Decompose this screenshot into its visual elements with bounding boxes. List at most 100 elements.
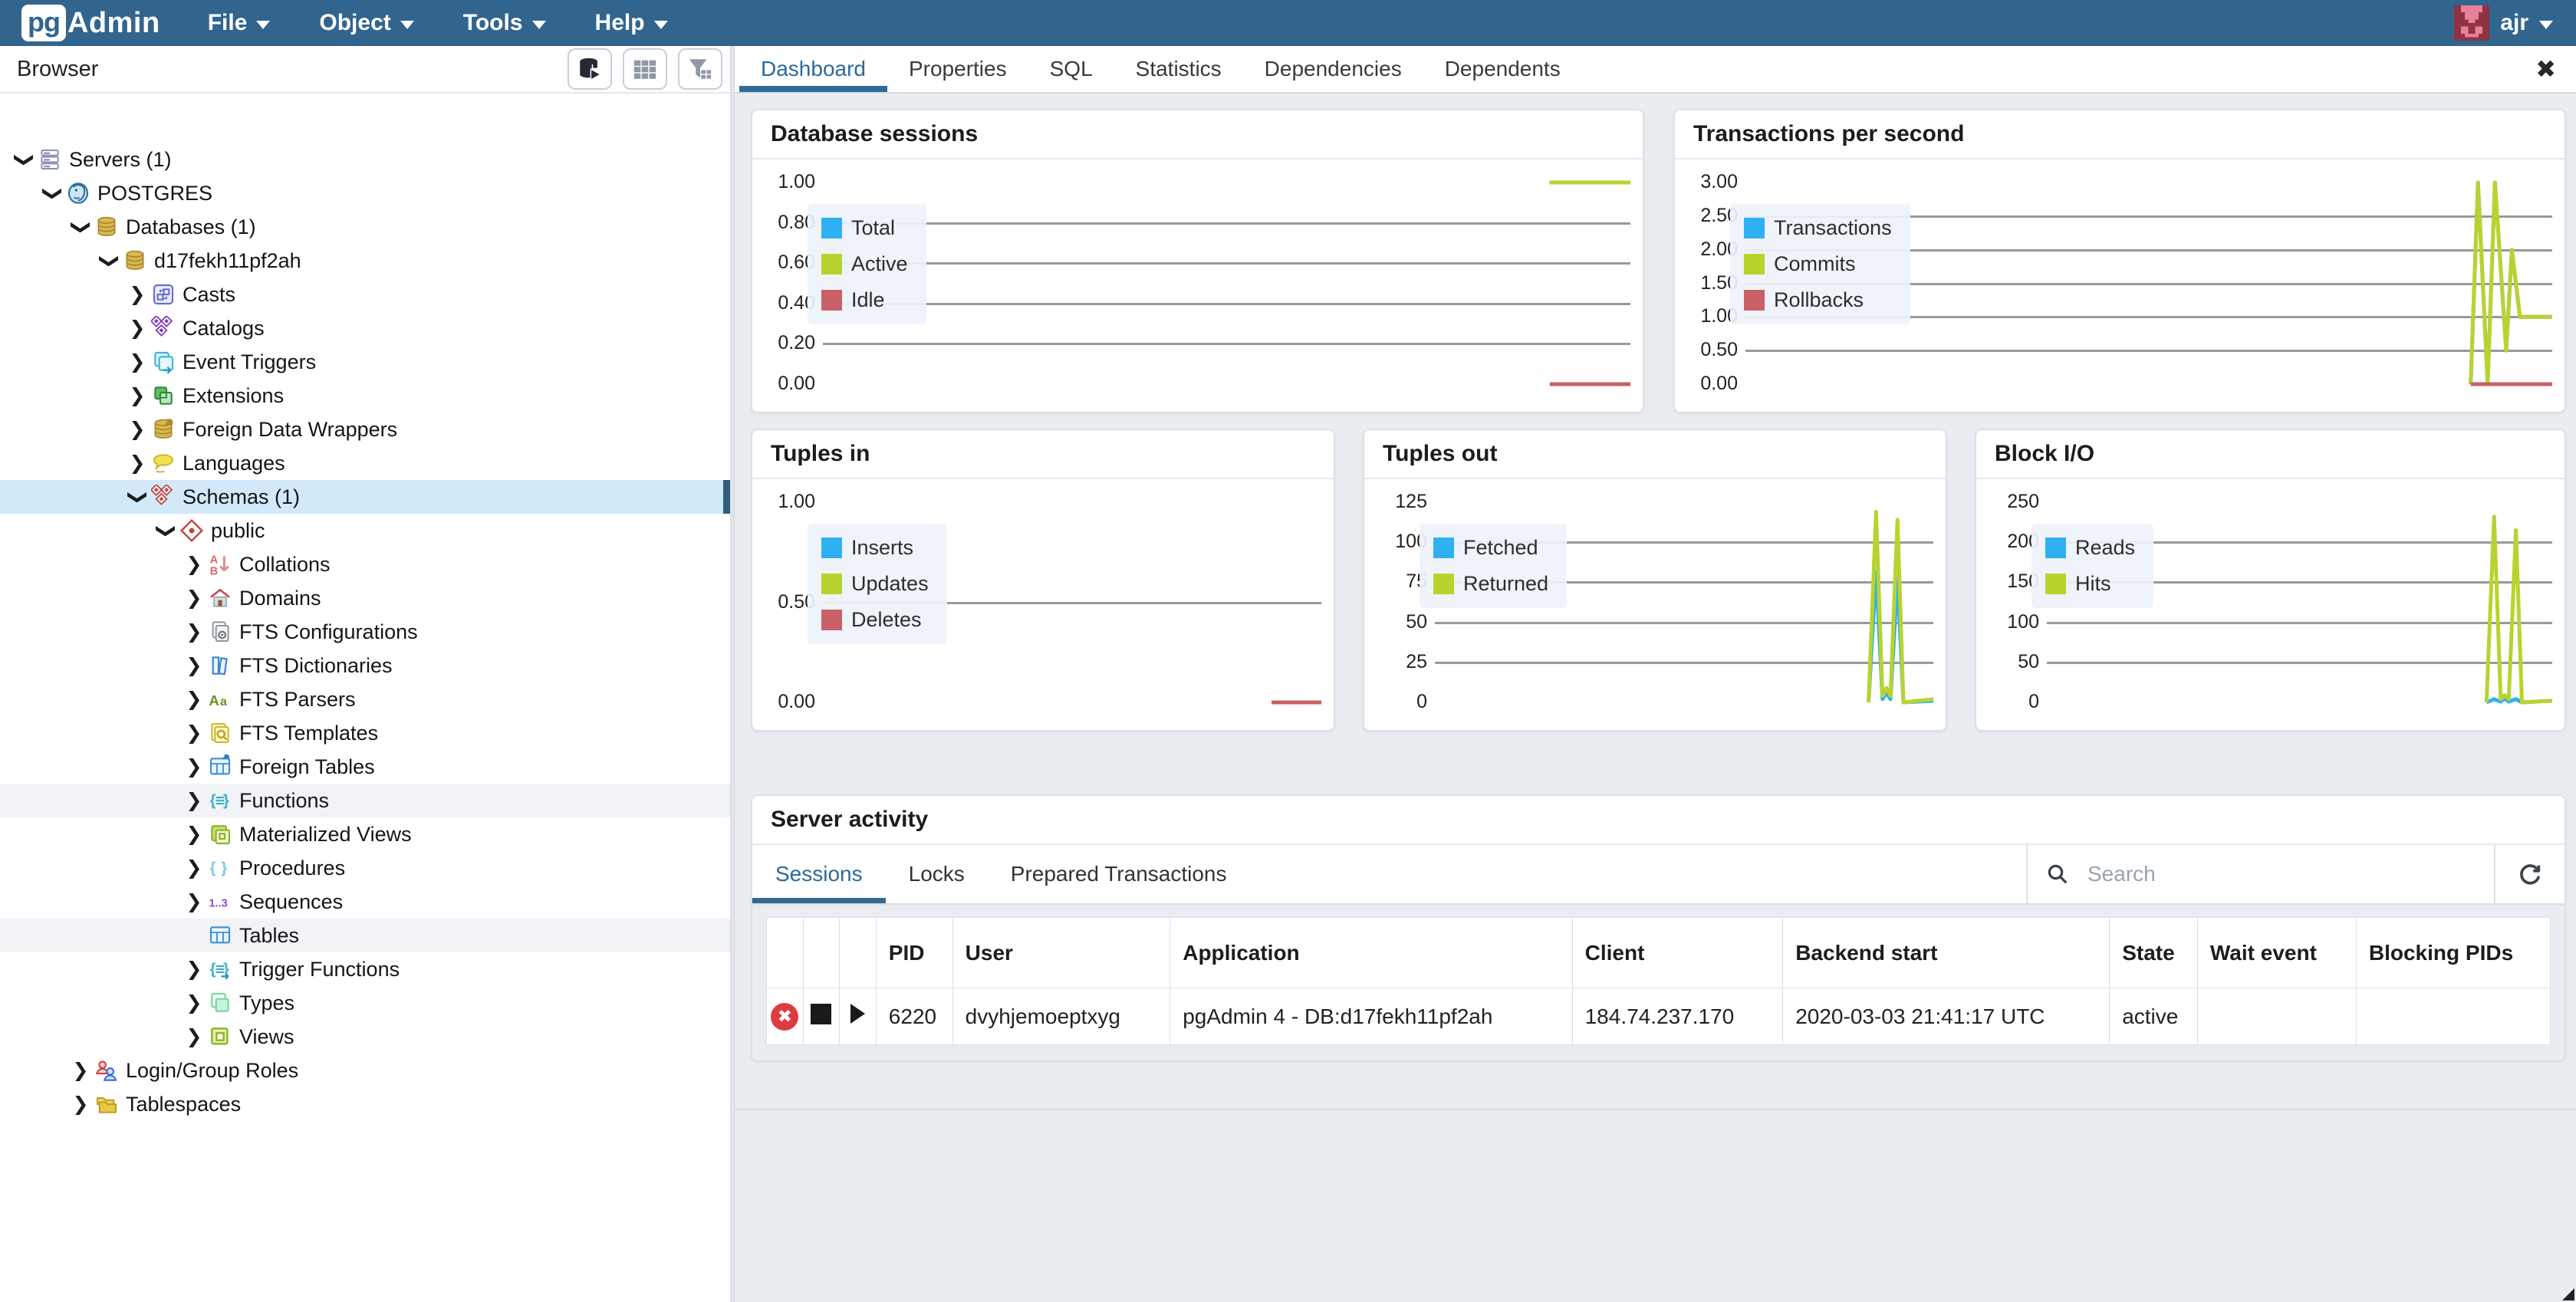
y-tick-label: 3.00 [1676,171,1738,193]
tree-item-trigger-functions[interactable]: ❯{}Trigger Functions [0,952,730,986]
tree-expander-icon[interactable]: ❯ [186,994,202,1013]
tree-item-login-group-roles[interactable]: ❯Login/Group Roles [0,1054,730,1087]
tree-item-tablespaces[interactable]: ❯Tablespaces [0,1087,730,1121]
tree-item-label: Databases (1) [126,215,256,239]
tree-item-event-triggers[interactable]: ❯Event Triggers [0,345,730,379]
tree-expander-icon[interactable]: ❯ [130,386,146,406]
menu-tools[interactable]: Tools [463,10,546,36]
tree-expander-icon[interactable]: ❯ [127,489,146,505]
query-tool-button[interactable] [568,48,612,90]
tree-expander-icon[interactable]: ❯ [73,1095,89,1114]
tree-item-foreign-tables[interactable]: ❯ Foreign Tables [0,750,730,784]
chart-title-bar: Transactions per second [1675,110,2564,159]
tree-item-d17fekh11pf2ah[interactable]: ❯d17fekh11pf2ah [0,244,730,278]
tree-expander-icon[interactable]: ❯ [156,523,175,539]
tree-expander-icon[interactable]: ❯ [130,319,146,338]
tree-expander-icon[interactable]: ❯ [186,656,202,676]
tab-dashboard[interactable]: Dashboard [739,46,887,92]
tree-item-public[interactable]: ❯public [0,514,730,547]
tree-expander-icon[interactable]: ❯ [14,152,33,168]
tree-expander-icon[interactable]: ❯ [186,960,202,979]
tree-expander-icon[interactable]: ❯ [130,285,146,304]
tree-item-label: Domains [239,587,321,610]
tree-item-sequences[interactable]: ❯1..3Sequences [0,885,730,919]
view-data-button[interactable] [623,48,667,90]
tree-expander-icon[interactable]: ❯ [130,454,146,473]
svg-text:1..3: 1..3 [209,898,227,910]
tree-item-foreign-data-wrappers[interactable]: ❯Foreign Data Wrappers [0,413,730,446]
tree-item-fts-dictionaries[interactable]: ❯FTS Dictionaries [0,649,730,682]
tree-expander-icon[interactable]: ❯ [186,825,202,844]
tree-item-schemas-1[interactable]: ❯Schemas (1) [0,480,730,514]
tree-expander-icon[interactable]: ❯ [71,219,90,235]
tree-expander-icon[interactable]: ❯ [186,724,202,743]
tree-expander-icon[interactable]: ❯ [42,186,61,202]
y-tick-label: 100 [1978,611,2039,633]
tree-item-domains[interactable]: ❯ Domains [0,581,730,615]
tree-item-languages[interactable]: ❯Languages [0,446,730,480]
tree-item-catalogs[interactable]: ❯Catalogs [0,311,730,345]
activity-tab-prepared-transactions[interactable]: Prepared Transactions [988,845,1250,903]
activity-tab-locks[interactable]: Locks [886,845,988,903]
filtered-rows-button[interactable] [678,48,722,90]
cell-user: dvyhjemoeptxyg [952,988,1170,1045]
menu-help[interactable]: Help [595,10,668,36]
tree-item-label: Tables [239,924,299,948]
tree-expander-icon[interactable]: ❯ [186,1027,202,1047]
tree-expander-icon[interactable]: ❯ [130,353,146,372]
menu-file[interactable]: File [208,10,271,36]
legend-label: Inserts [851,536,913,560]
schema-icon [179,518,204,543]
expand-row-button[interactable] [850,1004,865,1024]
legend-entry: Active [821,252,908,276]
tree-expander-icon[interactable]: ❯ [186,791,202,810]
terminate-session-button[interactable] [811,1004,831,1024]
tree-item-materialized-views[interactable]: ❯Materialized Views [0,817,730,851]
chart-legend: InsertsUpdatesDeletes [808,524,947,644]
tree-item-procedures[interactable]: ❯{}Procedures [0,851,730,885]
tree-item-fts-configurations[interactable]: ❯FTS Configurations [0,615,730,649]
tab-statistics[interactable]: Statistics [1114,46,1243,92]
tree-item-collations[interactable]: ❯ABCollations [0,547,730,581]
tree-item-postgres[interactable]: ❯POSTGRES [0,176,730,210]
tree-expander-icon[interactable]: ❯ [186,623,202,642]
tree-item-label: Foreign Tables [239,755,375,779]
search-input[interactable] [2087,862,2410,886]
tree-expander-icon[interactable]: ❯ [186,758,202,777]
close-panel-icon[interactable]: ✖ [2515,46,2576,92]
cancel-query-button[interactable]: ✖ [771,1003,798,1031]
tree-item-functions[interactable]: ❯{}Functions [0,784,730,817]
tree-expander-icon[interactable]: ❯ [186,589,202,608]
tree-expander-icon[interactable]: ❯ [186,690,202,709]
tab-sql[interactable]: SQL [1028,46,1114,92]
tab-properties[interactable]: Properties [887,46,1028,92]
y-tick-label: 25 [1366,651,1427,673]
tree-item-extensions[interactable]: ❯Extensions [0,379,730,413]
tab-dependents[interactable]: Dependents [1423,46,1582,92]
y-tick-label: 0.50 [754,591,815,613]
tree-item-tables[interactable]: Tables [0,919,730,952]
tree-expander-icon[interactable]: ❯ [99,253,118,269]
tree-item-types[interactable]: ❯Types [0,986,730,1020]
tree-item-views[interactable]: ❯Views [0,1020,730,1054]
tree-expander-icon[interactable]: ❯ [130,420,146,439]
legend-color-chip [1744,290,1765,311]
chart-panel-sessions: Database sessions1.000.800.600.400.200.0… [752,110,1643,413]
tree-expander-icon[interactable]: ❯ [186,893,202,912]
tree-item-fts-templates[interactable]: ❯FTS Templates [0,716,730,750]
refresh-button[interactable] [2494,845,2564,903]
tree-expander-icon[interactable]: ❯ [73,1061,89,1080]
activity-tab-sessions[interactable]: Sessions [752,845,886,903]
svg-text:}: } [221,860,227,877]
tree-item-fts-parsers[interactable]: ❯AaFTS Parsers [0,682,730,716]
tree-item-databases-1[interactable]: ❯ Databases (1) [0,210,730,244]
tree-item-casts[interactable]: ❯Casts [0,278,730,311]
tab-dependencies[interactable]: Dependencies [1243,46,1423,92]
tree-item-servers-1[interactable]: ❯Servers (1) [0,143,730,176]
user-menu[interactable]: ajr [2454,5,2553,41]
tree-expander-icon[interactable]: ❯ [186,555,202,574]
tree-expander-icon[interactable]: ❯ [186,859,202,878]
pgadmin-logo[interactable]: pg Admin [21,5,160,41]
menu-object[interactable]: Object [319,10,413,36]
resize-grip[interactable] [2562,1288,2574,1300]
